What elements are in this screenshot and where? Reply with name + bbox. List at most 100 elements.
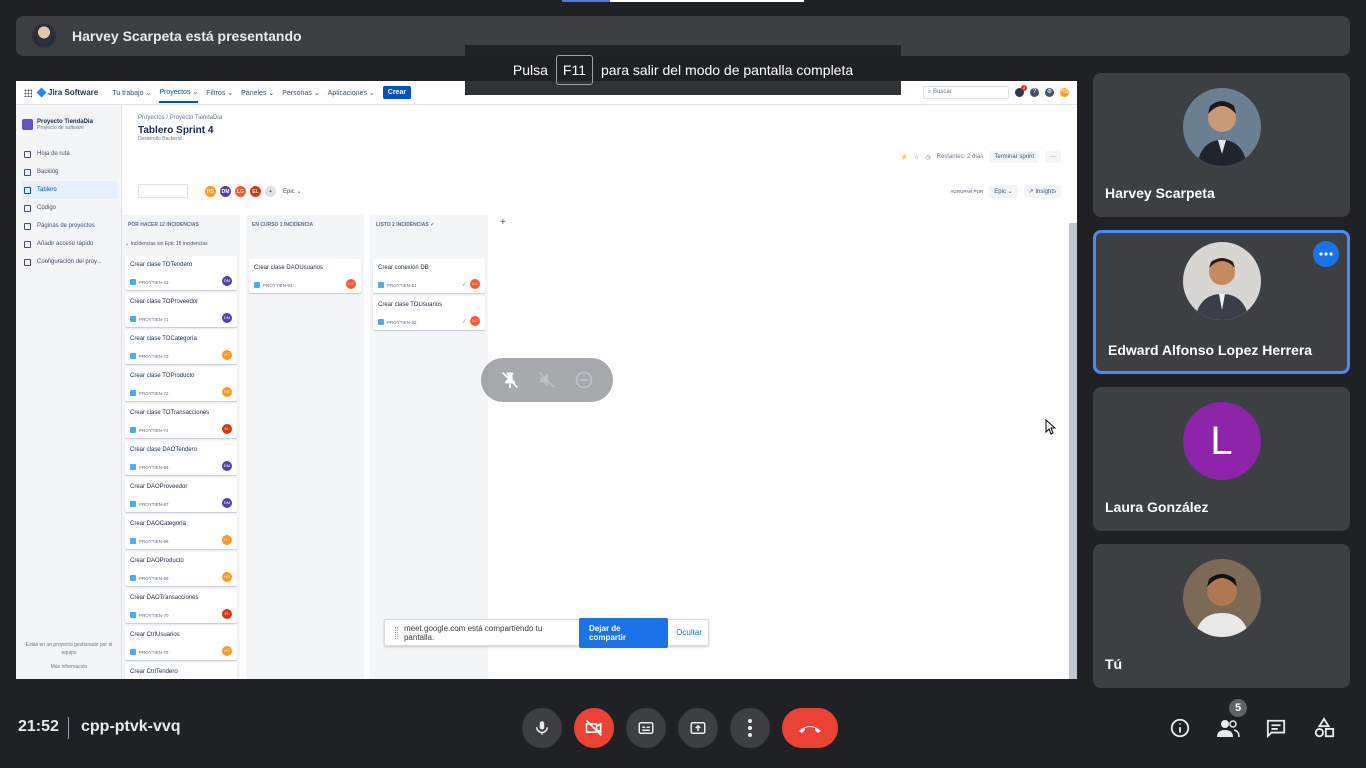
- add-shortcut-icon: [24, 240, 31, 248]
- issue-card[interactable]: Crear DAOTransacciones PROYTIEN-70 EL: [125, 589, 237, 623]
- assignee-avatar[interactable]: EL: [222, 609, 232, 619]
- filter-avatar-dm[interactable]: DM: [219, 184, 232, 198]
- assignee-avatar[interactable]: HS: [222, 535, 232, 545]
- assignee-avatar[interactable]: LG: [470, 316, 480, 326]
- activities-button[interactable]: [1311, 715, 1337, 741]
- app-switcher-icon[interactable]: [24, 88, 32, 97]
- hide-button[interactable]: Ocultar: [676, 628, 702, 637]
- nav-paneles[interactable]: Paneles ⌄: [241, 89, 274, 97]
- filter-avatar-el[interactable]: EL: [249, 184, 262, 198]
- chat-button[interactable]: [1263, 715, 1289, 741]
- issue-card[interactable]: Crear clase TOTransacciones PROYTIEN-74 EL: [125, 404, 237, 438]
- issue-card[interactable]: Crear DAOCategoría PROYTIEN-68 HS: [125, 515, 237, 549]
- f11-key: F11: [555, 55, 593, 85]
- assignee-avatar[interactable]: DM: [222, 461, 232, 471]
- issue-title: Crear clase DAOTendero: [130, 447, 198, 453]
- assignee-avatar[interactable]: HS: [222, 387, 232, 397]
- assignee-avatar[interactable]: DM: [222, 276, 232, 286]
- issue-title: Crear clase TOTransacciones: [130, 410, 210, 416]
- remove-icon[interactable]: [573, 369, 595, 391]
- nav-filtros[interactable]: Filtros ⌄: [206, 89, 233, 97]
- issue-card[interactable]: Crear clase TOProducto PROYTIEN-72 HS: [125, 367, 237, 401]
- project-header[interactable]: Proyecto TiendaDia Proyecto de software: [22, 119, 121, 131]
- issue-card[interactable]: Crear CtrlTenderoPROYTIEN-76EL: [125, 663, 237, 679]
- jira-logo[interactable]: Jira Software: [36, 87, 98, 98]
- camera-off-button[interactable]: [574, 708, 614, 748]
- meeting-info-button[interactable]: [1167, 715, 1193, 741]
- assignee-avatar[interactable]: LG: [346, 279, 356, 289]
- mute-audio-icon[interactable]: [536, 369, 558, 391]
- issue-title: Crear clase TOTendero: [130, 262, 193, 268]
- assignee-avatar[interactable]: EL: [222, 424, 232, 434]
- assignee-avatar[interactable]: HS: [222, 646, 232, 656]
- sidebar-item-board[interactable]: Tablero: [22, 181, 117, 199]
- epic-group-line[interactable]: ⌄ Incidencias sin Epic 15 incidencias: [122, 237, 240, 256]
- issue-card[interactable]: Crear DAOProducto PROYTIEN-69 HS: [125, 552, 237, 586]
- settings-icon[interactable]: ⚙: [1045, 88, 1054, 97]
- issue-card[interactable]: Crear conexión DB PROYTIEN-61 ✓ LG: [373, 259, 485, 293]
- more-options-button[interactable]: ···: [1045, 151, 1061, 163]
- present-screen-button[interactable]: [678, 708, 718, 748]
- participant-tile-harvey[interactable]: Harvey Scarpeta: [1093, 73, 1350, 217]
- assignee-avatar[interactable]: HS: [222, 350, 232, 360]
- people-button[interactable]: [1215, 715, 1241, 741]
- participant-tile-laura[interactable]: L Laura González: [1093, 387, 1350, 531]
- sidebar-item-roadmap[interactable]: Hoja de ruta: [22, 145, 121, 163]
- add-people-icon[interactable]: +: [264, 184, 277, 198]
- participant-tile-self[interactable]: Tú: [1093, 544, 1350, 688]
- assignee-avatar[interactable]: DM: [222, 313, 232, 323]
- more-info-link[interactable]: Más información: [20, 663, 118, 671]
- participant-tile-edward[interactable]: Edward Alfonso Lopez Herrera: [1093, 230, 1350, 374]
- issue-card[interactable]: Crear clase TOCategoría PROYTIEN-73 HS: [125, 330, 237, 364]
- unpin-icon[interactable]: [499, 369, 521, 391]
- sidebar-item-settings[interactable]: Configuración del proy...: [22, 253, 121, 271]
- nav-tu-trabajo[interactable]: Tu trabajo ⌄: [112, 89, 151, 97]
- issue-card[interactable]: Crear clase TOProveedor PROYTIEN-71 DM: [125, 293, 237, 327]
- nav-personas[interactable]: Personas ⌄: [282, 89, 319, 97]
- insights-button[interactable]: ↗ Insights: [1023, 184, 1061, 198]
- epic-filter[interactable]: Epic ⌄: [283, 188, 301, 195]
- microphone-button[interactable]: [522, 708, 562, 748]
- sidebar-item-shortcut[interactable]: Añadir acceso rápido: [22, 235, 121, 253]
- more-options-icon[interactable]: [1313, 241, 1339, 267]
- stop-sharing-button[interactable]: Dejar de compartir: [579, 617, 669, 648]
- issue-title: Crear clase DAOUsuarios: [254, 265, 324, 271]
- breadcrumb[interactable]: Proyectos / Proyecto TiendaDia: [138, 115, 1077, 121]
- nav-proyectos[interactable]: Proyectos ⌄: [159, 82, 199, 103]
- sidebar-item-code[interactable]: Código: [22, 199, 121, 217]
- participant-photo: [1182, 242, 1261, 320]
- nav-aplicaciones[interactable]: Aplicaciones ⌄: [328, 89, 375, 97]
- flash-icon[interactable]: ⚡: [900, 154, 907, 161]
- group-by-select[interactable]: Epic ⌄: [989, 184, 1018, 198]
- profile-avatar[interactable]: HS: [1060, 88, 1069, 97]
- captions-button[interactable]: [626, 708, 666, 748]
- issue-card[interactable]: Crear clase TOTendero PROYTIEN-63 DM: [125, 256, 237, 290]
- sidebar-label: Backlog: [37, 169, 59, 175]
- jira-search-input[interactable]: ⌕ Buscar: [923, 86, 1009, 99]
- filter-avatar-hs[interactable]: HS: [204, 184, 217, 198]
- help-icon[interactable]: ?: [1030, 88, 1039, 97]
- assignee-avatar[interactable]: HS: [222, 572, 232, 582]
- issue-key: PROYTIEN-73: [130, 353, 169, 359]
- notifications-icon[interactable]: [1015, 85, 1027, 97]
- filter-avatar-lg[interactable]: LG: [234, 184, 247, 198]
- sidebar-item-pages[interactable]: Páginas de proyectos: [22, 217, 121, 235]
- issue-card[interactable]: Crear clase DAOTendero PROYTIEN-65 DM: [125, 441, 237, 475]
- create-button[interactable]: Crear: [382, 86, 412, 99]
- sidebar-item-backlog[interactable]: Backlog: [22, 163, 121, 181]
- finish-sprint-button[interactable]: Terminar sprint: [989, 151, 1039, 163]
- issue-card[interactable]: Crear DAOProveedor PROYTIEN-67 DM: [125, 478, 237, 512]
- mouse-cursor-icon: [1045, 419, 1057, 435]
- board-search-input[interactable]: [138, 184, 188, 198]
- issue-card[interactable]: Crear clase TOUsuarios PROYTIEN-62 ✓ LG: [373, 296, 485, 330]
- leave-call-button[interactable]: [782, 708, 838, 748]
- assignee-avatar[interactable]: LG: [470, 279, 480, 289]
- issue-card[interactable]: Crear clase DAOUsuarios PROYTIEN-64 LG: [249, 259, 361, 293]
- issue-card[interactable]: Crear CtrlUsuarios PROYTIEN-75 HS: [125, 626, 237, 660]
- drag-handle-icon[interactable]: [395, 626, 398, 639]
- more-options-button[interactable]: [730, 708, 770, 748]
- assignee-avatar[interactable]: DM: [222, 498, 232, 508]
- board-scrollbar[interactable]: [1069, 223, 1077, 679]
- star-icon[interactable]: ☆: [914, 154, 919, 161]
- add-column-button[interactable]: +: [494, 215, 512, 679]
